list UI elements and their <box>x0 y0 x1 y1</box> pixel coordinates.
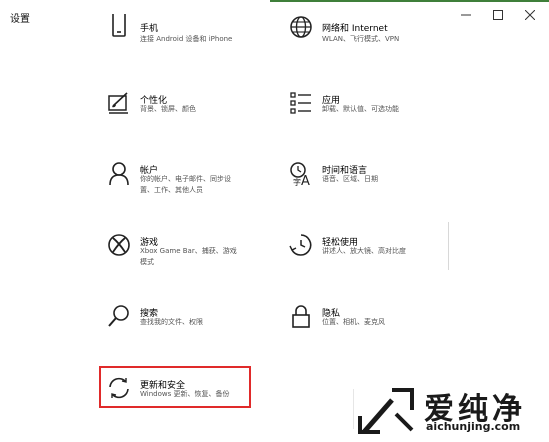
tile-description: 背景、锁屏、颜色 <box>140 105 196 113</box>
tile-description: 你的帐户、电子邮件、同步设 置、工作、其他人员 <box>140 175 231 194</box>
tile-personalization[interactable]: 个性化 背景、锁屏、颜色 <box>106 90 281 138</box>
tile-description: 连接 Android 设备和 iPhone <box>140 35 233 43</box>
svg-text:A: A <box>301 174 310 186</box>
refresh-icon <box>106 375 132 401</box>
maximize-button[interactable] <box>483 4 513 26</box>
close-button[interactable] <box>515 4 545 26</box>
tile-apps[interactable]: 应用 卸载、默认值、可选功能 <box>288 90 463 138</box>
tile-privacy[interactable]: 隐私 位置、相机、麦克风 <box>288 303 463 351</box>
watermark-url: aichunjing.com <box>426 420 521 433</box>
paintbrush-icon <box>106 90 132 116</box>
tile-phone[interactable]: 手机 连接 Android 设备和 iPhone <box>106 14 281 62</box>
time-language-icon: A 字 <box>288 160 314 186</box>
phone-icon <box>106 14 132 40</box>
tile-ease-of-access[interactable]: 轻松使用 讲述人、放大镜、高对比度 <box>288 232 463 280</box>
top-accent-bar <box>270 0 549 2</box>
watermark-logo <box>358 388 414 434</box>
globe-icon <box>288 14 314 40</box>
tile-update-security[interactable]: 更新和安全 Windows 更新、恢复、备份 <box>106 375 281 423</box>
tile-search[interactable]: 搜索 查找我的文件、权限 <box>106 303 281 351</box>
tile-description: WLAN、飞行模式、VPN <box>322 35 400 43</box>
tile-description: 讲述人、放大镜、高对比度 <box>322 247 406 255</box>
tile-description: 卸载、默认值、可选功能 <box>322 105 399 113</box>
tile-title: 网络和 Internet <box>322 24 388 34</box>
divider <box>448 222 449 270</box>
tile-accounts[interactable]: 帐户 你的帐户、电子邮件、同步设 置、工作、其他人员 <box>106 160 281 208</box>
tile-time-language[interactable]: A 字 时间和语言 语音、区域、日期 <box>288 160 463 208</box>
tile-description: 位置、相机、麦克风 <box>322 318 385 326</box>
tile-gaming[interactable]: 游戏 Xbox Game Bar、捕获、游戏 模式 <box>106 232 281 280</box>
settings-window: 设置 手机 连接 Android 设备和 iPhone 网络和 Internet… <box>0 0 549 442</box>
person-icon <box>106 160 132 186</box>
app-list-icon <box>288 90 314 116</box>
tile-description: Windows 更新、恢复、备份 <box>140 390 230 398</box>
tile-description: Xbox Game Bar、捕获、游戏 模式 <box>140 247 237 266</box>
close-icon <box>525 10 535 20</box>
xbox-icon <box>106 232 132 258</box>
tile-description: 语音、区域、日期 <box>322 175 378 183</box>
svg-text:字: 字 <box>293 177 301 186</box>
tile-title: 手机 <box>140 24 159 34</box>
maximize-icon <box>493 10 503 20</box>
tile-description: 查找我的文件、权限 <box>140 318 203 326</box>
ease-of-access-icon <box>288 232 314 258</box>
window-title: 设置 <box>10 14 30 25</box>
watermark: 爱纯净 aichunjing.com <box>352 382 544 438</box>
search-icon <box>106 303 132 329</box>
lock-icon <box>288 303 314 329</box>
tile-network[interactable]: 网络和 Internet WLAN、飞行模式、VPN <box>288 14 463 62</box>
